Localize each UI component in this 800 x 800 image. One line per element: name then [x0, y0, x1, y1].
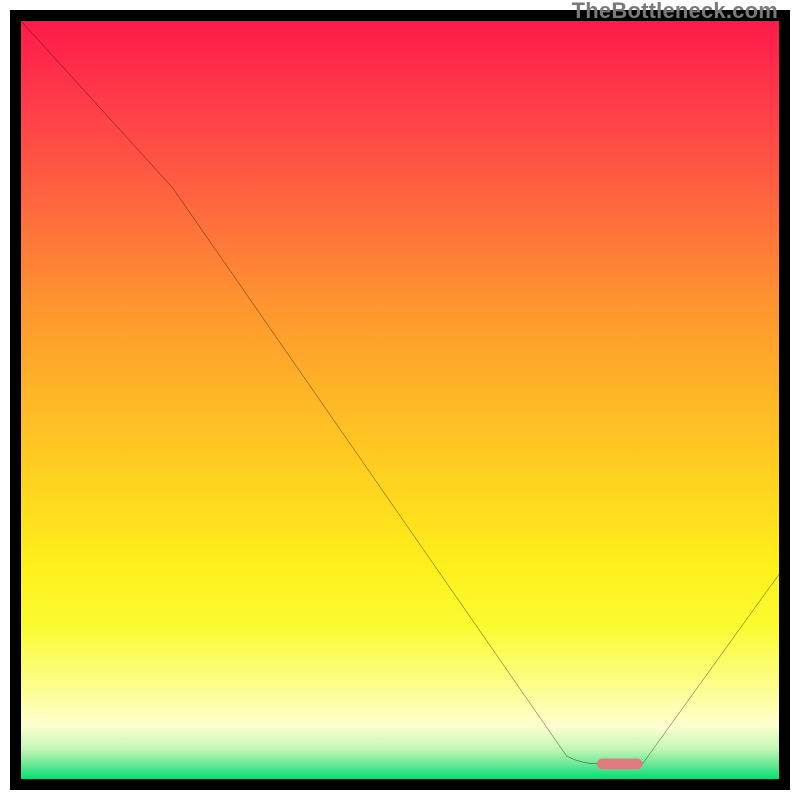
watermark-text: TheBottleneck.com [572, 0, 778, 24]
chart-frame: TheBottleneck.com [0, 0, 800, 800]
bottleneck-curve-line [21, 21, 779, 764]
optimum-marker-bar [597, 759, 642, 770]
plot-area [21, 21, 779, 779]
chart-svg [21, 21, 779, 779]
